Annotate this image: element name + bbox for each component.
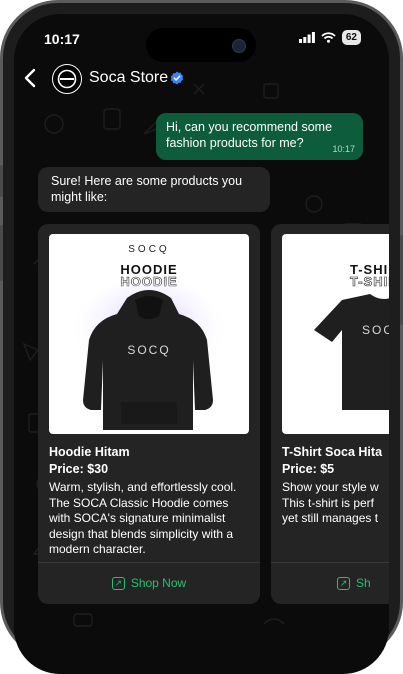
outgoing-message-text: Hi, can you recommend some fashion produ…	[166, 120, 333, 150]
product-description: Warm, stylish, and effortlessly cool. Th…	[49, 480, 237, 556]
product-name: Hoodie Hitam	[49, 445, 130, 459]
store-avatar[interactable]	[52, 64, 82, 94]
external-link-icon: ↗	[337, 576, 350, 590]
hoodie-image: SOCQ	[69, 284, 229, 430]
tshirt-image: SOC	[314, 289, 389, 410]
card-divider	[271, 562, 389, 563]
svg-text:SOCQ: SOCQ	[127, 343, 170, 357]
back-arrow-icon[interactable]	[24, 68, 36, 92]
incoming-message: Sure! Here are some products you might l…	[38, 167, 270, 212]
chat-header: Soca Store	[14, 62, 389, 98]
phone-screen: 10:17 62 Soca Store Hi, can you recommen…	[14, 14, 389, 674]
shop-now-label: Sh	[356, 576, 371, 590]
card-divider	[38, 562, 260, 563]
product-price: Price: $5	[282, 462, 335, 476]
svg-text:SOC: SOC	[362, 323, 389, 337]
dynamic-island	[146, 28, 256, 62]
camera-icon	[232, 39, 246, 53]
phone-side-button	[0, 225, 3, 281]
message-timestamp: 10:17	[332, 144, 355, 154]
outgoing-message: Hi, can you recommend some fashion produ…	[156, 113, 363, 160]
product-image: T-SHIRT T-SHIRT SOC	[282, 234, 389, 434]
product-card[interactable]: SOCQ HOODIE HOODIE SOCQ Hoodie Hitam Pri…	[38, 224, 260, 604]
store-logo-icon	[57, 69, 77, 89]
product-image: SOCQ HOODIE HOODIE SOCQ	[49, 234, 249, 434]
external-link-icon: ↗	[111, 576, 125, 590]
status-icons: 62	[298, 30, 361, 45]
store-name[interactable]: Soca Store	[89, 69, 168, 87]
shop-now-label: Shop Now	[130, 576, 187, 590]
shop-now-button[interactable]: ↗ Sh	[271, 569, 389, 597]
product-price: Price: $30	[49, 462, 109, 476]
signal-icon	[298, 32, 315, 43]
product-brand-logo: SOCQ	[128, 244, 170, 255]
shop-now-button[interactable]: ↗ Shop Now	[38, 569, 260, 597]
verified-badge-icon	[170, 71, 184, 85]
status-time: 10:17	[44, 31, 80, 47]
phone-side-button	[0, 165, 3, 197]
product-description: Show your style w This t-shirt is perf y…	[282, 480, 379, 525]
product-carousel[interactable]: SOCQ HOODIE HOODIE SOCQ Hoodie Hitam Pri…	[38, 224, 389, 604]
product-name: T-Shirt Soca Hita	[282, 445, 383, 459]
incoming-message-text: Sure! Here are some products you might l…	[51, 174, 243, 204]
battery-icon: 62	[341, 30, 361, 45]
wifi-icon	[321, 32, 336, 43]
product-card[interactable]: T-SHIRT T-SHIRT SOC T-Shirt Soca Hita Pr…	[271, 224, 389, 604]
